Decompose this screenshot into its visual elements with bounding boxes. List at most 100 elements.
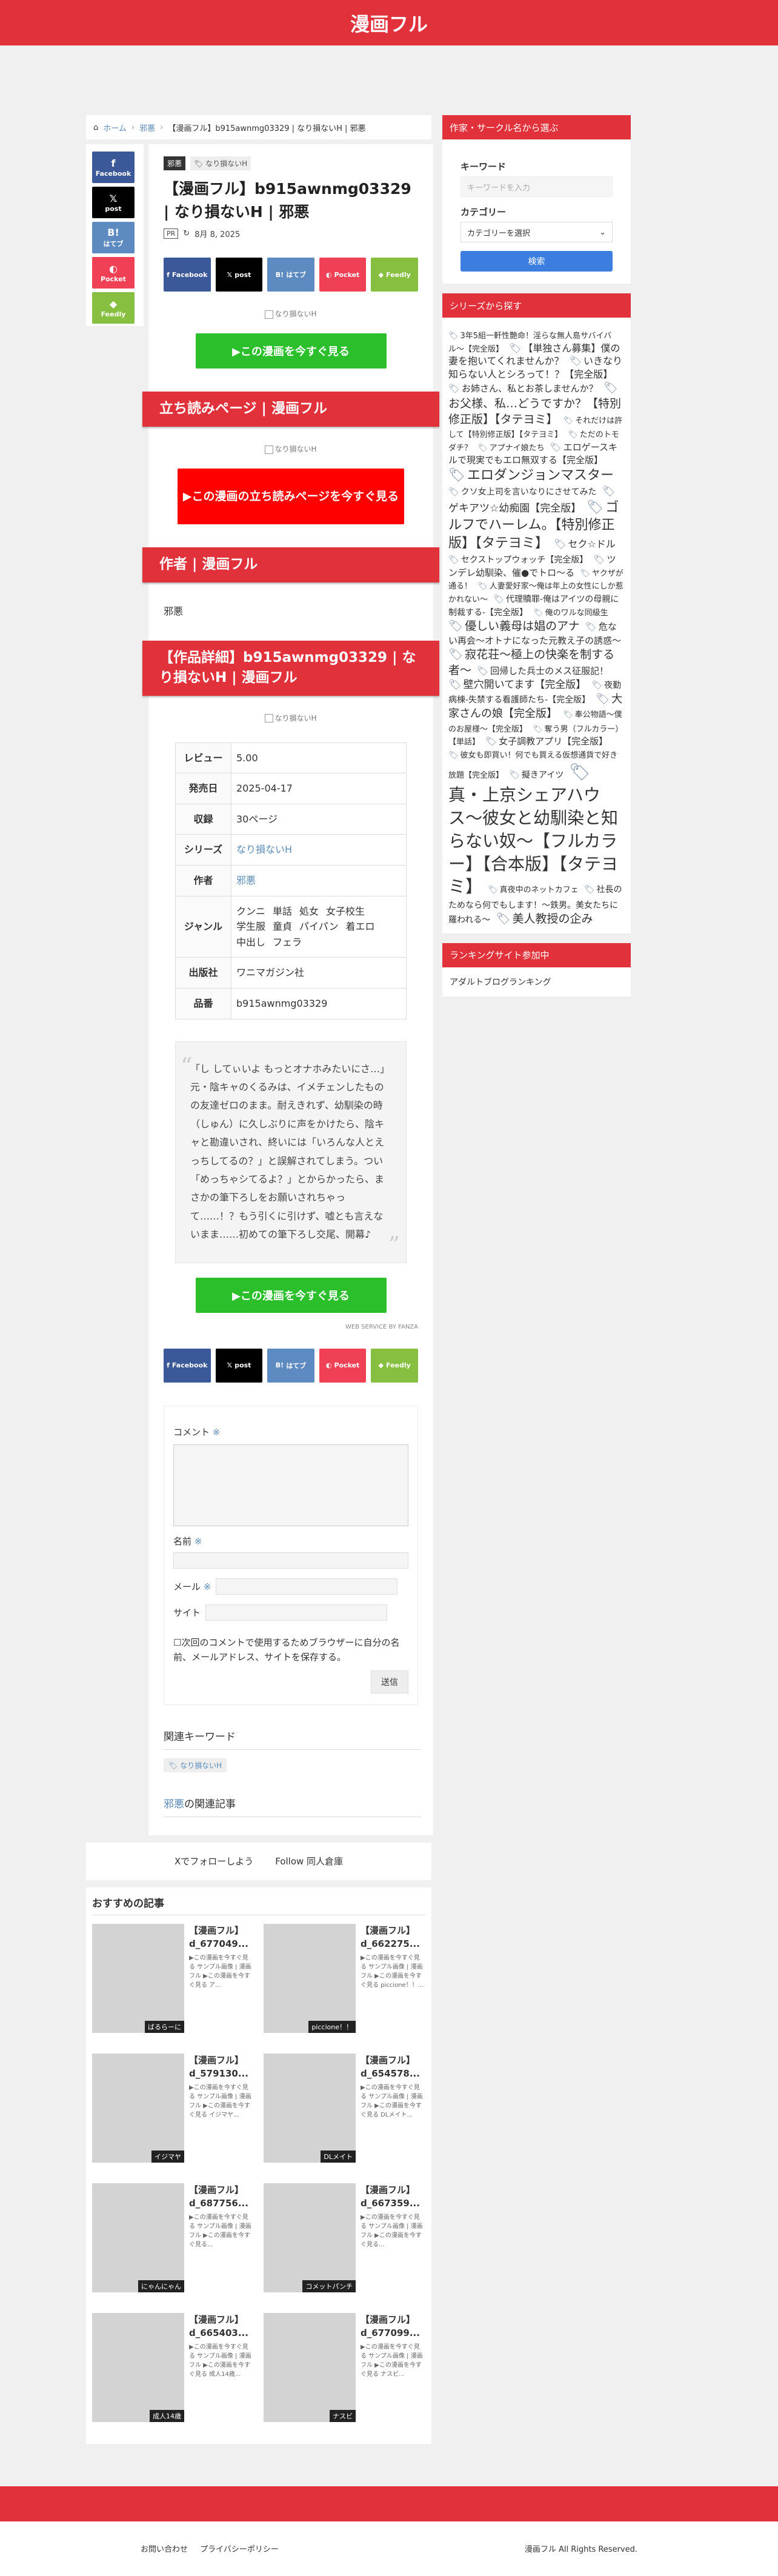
fanza-credit[interactable]: WEB SERVICE BY FANZA xyxy=(148,1324,418,1330)
series-tag[interactable]: 🏷 擬きアイツ xyxy=(509,770,564,780)
share-hatena-button[interactable]: B! はてブ xyxy=(267,1348,314,1383)
list-item[interactable]: 成人14歳 【漫画フル】d_665403... ▶この漫画を今すぐ見る サンプル画像… xyxy=(92,2312,254,2432)
thumbnail[interactable]: にゃんにゃん xyxy=(92,2183,184,2292)
genre-tag[interactable]: 女子校生 xyxy=(326,904,365,919)
series-tag[interactable]: 🏷 セクストップウォッチ【完全版】 xyxy=(448,555,588,565)
genre-tag[interactable]: 着エロ xyxy=(346,919,375,935)
series-tag[interactable]: 🏷 回帰した兵士のメス征服記！ xyxy=(477,666,608,676)
thumbnail[interactable]: DLメイト xyxy=(264,2053,356,2163)
genre-tag[interactable]: 童貞 xyxy=(273,919,292,935)
breadcrumb-home[interactable]: ホーム xyxy=(103,122,127,133)
genre-tag[interactable]: 処女 xyxy=(299,904,319,919)
share-feedly-button[interactable]: ◆ Feedly xyxy=(92,292,135,324)
name-field[interactable] xyxy=(173,1552,408,1569)
follow-dojin-link[interactable]: Follow 同人倉庫 xyxy=(275,1855,343,1867)
share-x-button[interactable]: 𝕏post xyxy=(215,258,263,292)
series-tag[interactable]: 🏷 美人教授の企み xyxy=(496,912,593,926)
thumbnail[interactable]: ナスビ xyxy=(264,2312,356,2422)
thumbnail[interactable]: コメットパンチ xyxy=(264,2183,356,2292)
thumbnail[interactable]: piccione！！ xyxy=(264,1923,356,2033)
list-item[interactable]: DLメイト 【漫画フル】d_654578... ▶この漫画を今すぐ見る サンプル画像… xyxy=(264,2053,425,2172)
series-tag[interactable]: 🏷 優しい義母は娼のアナ xyxy=(448,619,580,633)
share-facebook-button[interactable]: f Facebook xyxy=(92,152,135,183)
cover-image[interactable]: なり損ないH xyxy=(164,309,418,319)
cta-read-button[interactable]: ▶この漫画を今すぐ見る xyxy=(195,333,387,369)
category-select[interactable]: カテゴリーを選択 ⌄ xyxy=(460,222,613,242)
series-tag[interactable]: 🏷 壁穴開いてます【完全版】 xyxy=(448,679,586,691)
series-tag[interactable]: 🏷 アプナイ娘たち xyxy=(477,444,545,453)
cta-read-button-2[interactable]: ▶この漫画を今すぐ見る xyxy=(195,1277,387,1313)
share-hatena-button[interactable]: B! はてブ xyxy=(267,258,314,292)
keyword-input[interactable]: キーワードを入力 xyxy=(460,176,613,197)
footer-privacy-link[interactable]: プライバシーポリシー xyxy=(200,2545,279,2554)
tag-badge[interactable]: 🏷 なり損ないH xyxy=(190,156,251,170)
related-author-link[interactable]: 邪悪 xyxy=(164,1798,184,1810)
tag-icon: 🏷 xyxy=(591,681,603,691)
series-tag[interactable]: 🏷真・上京シェアハウス〜彼女と幼馴染と知らない奴〜【フルカラー】【合本版】【タテ… xyxy=(448,762,618,896)
tag-icon: 🏷 xyxy=(509,342,522,354)
thumbnail[interactable]: 成人14歳 xyxy=(92,2312,184,2422)
genre-tag[interactable]: 単話 xyxy=(273,904,292,919)
series-tag[interactable]: 🏷 俺のワルな同級生 xyxy=(533,609,608,618)
list-item[interactable]: イジマヤ 【漫画フル】d_579130... ▶この漫画を今すぐ見る サンプル画像 … xyxy=(92,2053,254,2172)
share-facebook-button[interactable]: f Facebook xyxy=(164,258,211,292)
share-pocket-button[interactable]: ◐ Pocket xyxy=(319,1348,367,1383)
thumbnail[interactable]: イジマヤ xyxy=(92,2053,184,2163)
keyword-tag[interactable]: 🏷 なり損ないH xyxy=(164,1758,227,1772)
facebook-icon: f xyxy=(167,1361,170,1370)
series-tag[interactable]: 🏷 クソ女上司を言いなりにさせてみた xyxy=(448,487,597,497)
cta-preview-button[interactable]: ▶この漫画の立ち読みページを今すぐ見る xyxy=(178,469,404,524)
list-item[interactable]: ばるらーに 【漫画フル】d_677049... ▶この漫画を今すぐ見る サンプル画像… xyxy=(92,1923,254,2043)
genre-tag[interactable]: クンニ xyxy=(236,904,265,919)
ranking-link[interactable]: アダルトブログランキング xyxy=(450,978,551,987)
tag-icon: 🏷 xyxy=(496,912,511,926)
share-pocket-button[interactable]: ◐ Pocket xyxy=(319,258,367,292)
share-x-button[interactable]: 𝕏post xyxy=(215,1348,263,1383)
quote-open-icon: “ xyxy=(181,1052,193,1079)
series-tag[interactable]: 🏷 エロダンジョンマスター xyxy=(448,468,614,483)
tag-icon: 🏷 xyxy=(602,485,616,498)
series-tag[interactable]: 🏷 女子調教アプリ【完全版】 xyxy=(485,736,608,747)
footer-contact-link[interactable]: お問い合わせ xyxy=(141,2545,188,2554)
genre-tag[interactable]: 学生服 xyxy=(236,919,265,935)
comment-textarea[interactable] xyxy=(173,1444,408,1526)
chevron-right-icon: › xyxy=(131,122,135,132)
table-row: レビュー 5.00 xyxy=(175,742,407,774)
genre-tag[interactable]: フェラ xyxy=(273,935,302,950)
list-item[interactable]: コメットパンチ 【漫画フル】d_667359... ▶この漫画を今すぐ見る サンプル… xyxy=(264,2183,425,2302)
series-tag[interactable]: 🏷 真夜中のネットカフェ xyxy=(488,886,579,895)
preview-image[interactable]: なり損ないH xyxy=(148,444,433,454)
genre-tag[interactable]: 中出し xyxy=(236,935,265,950)
site-logo[interactable]: 漫画フル xyxy=(350,9,428,37)
list-item[interactable]: ナスビ 【漫画フル】d_677099... ▶この漫画を今すぐ見る サンプル画像 |… xyxy=(264,2312,425,2432)
save-info-checkbox[interactable]: ☐次回のコメントで使用するためブラウザーに自分の名前、メールアドレス、サイトを保… xyxy=(173,1635,408,1664)
share-hatena-button[interactable]: B! はてブ xyxy=(92,222,135,253)
tag-icon: 🏷 xyxy=(485,736,497,747)
breadcrumb-category[interactable]: 邪悪 xyxy=(139,122,155,133)
share-feedly-button[interactable]: ◆ Feedly xyxy=(371,258,418,292)
email-field[interactable] xyxy=(216,1578,398,1595)
genre-tag[interactable]: パイパン xyxy=(299,919,338,935)
share-x-button[interactable]: 𝕏post xyxy=(92,187,135,218)
share-pocket-button[interactable]: ◐ Pocket xyxy=(92,257,135,289)
list-item[interactable]: piccione！！ 【漫画フル】d_662275... ▶この漫画を今すぐ見る サ… xyxy=(264,1923,425,2043)
series-tag[interactable]: 🏷 お姉さん、私とお茶しませんか？ xyxy=(448,383,598,394)
share-facebook-button[interactable]: f Facebook xyxy=(164,1348,211,1383)
series-link[interactable]: なり損ないH xyxy=(236,844,292,855)
author-link[interactable]: 邪悪 xyxy=(236,875,256,886)
series-tag[interactable]: 🏷 セク☆ドル xyxy=(554,538,616,550)
category-badge[interactable]: 邪悪 xyxy=(164,156,186,170)
follow-x-link[interactable]: Xでフォローしよう xyxy=(175,1855,253,1867)
list-item[interactable]: にゃんにゃん 【漫画フル】d_687756... ▶この漫画を今すぐ見る サンプル画… xyxy=(92,2183,254,2302)
website-field[interactable] xyxy=(205,1604,388,1621)
facebook-icon: f xyxy=(167,270,170,279)
submit-button[interactable]: 送信 xyxy=(371,1670,408,1693)
table-row: 発売日 2025-04-17 xyxy=(175,773,407,804)
search-button[interactable]: 検索 xyxy=(460,251,613,272)
tag-icon: 🏷 xyxy=(603,381,618,395)
share-feedly-button[interactable]: ◆ Feedly xyxy=(371,1348,418,1383)
tag-icon: 🏷 xyxy=(585,621,597,632)
detail-image[interactable]: なり損ないH xyxy=(148,713,433,723)
thumbnail[interactable]: ばるらーに xyxy=(92,1923,184,2033)
tag-icon: 🏷 xyxy=(448,332,459,341)
